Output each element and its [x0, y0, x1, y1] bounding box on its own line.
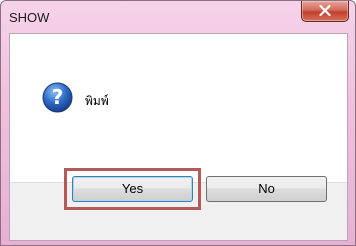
- svg-text:?: ?: [52, 85, 64, 109]
- message-text: พิมพ์: [85, 94, 109, 108]
- title-bar[interactable]: SHOW: [1, 1, 355, 34]
- no-button[interactable]: No: [206, 176, 327, 202]
- dialog-title: SHOW: [9, 10, 50, 25]
- question-icon: ?: [42, 82, 73, 117]
- dialog-content: ? พิมพ์: [9, 33, 348, 241]
- close-icon: [319, 5, 331, 16]
- close-button[interactable]: [301, 1, 349, 22]
- yes-button[interactable]: Yes: [72, 176, 193, 202]
